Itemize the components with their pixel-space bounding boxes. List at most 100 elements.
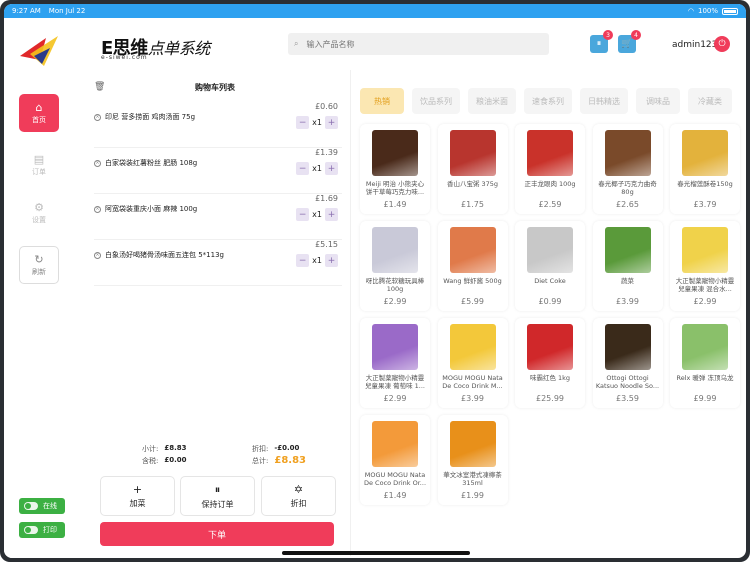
decrease-button[interactable]: − <box>296 162 310 175</box>
sidebar-item-label: 刷新 <box>32 267 46 276</box>
sidebar-item-orders[interactable]: ▤ 订单 <box>19 146 59 184</box>
total-value: £8.83 <box>274 455 306 466</box>
product-card[interactable]: 春光榴莲酥卷150g £3.79 <box>670 124 740 214</box>
product-image <box>527 227 573 273</box>
product-image <box>682 130 728 176</box>
product-card[interactable]: Ottogi Ottogi Katsuo Noodle So... £3.59 <box>592 318 663 408</box>
product-card[interactable]: Diet Coke £0.99 <box>515 221 585 311</box>
product-card[interactable]: 味霸红色 1kg £25.99 <box>515 318 585 408</box>
increase-button[interactable]: + <box>325 162 338 175</box>
add-dish-button[interactable]: + 加菜 <box>100 476 175 516</box>
remove-item-icon[interactable]: × <box>94 205 101 213</box>
product-card[interactable]: 呀比腾花软糖玩具棒 100g £2.99 <box>360 221 430 311</box>
status-date: Mon Jul 22 <box>48 7 86 15</box>
product-card[interactable]: 香山八宝粥 375g £1.75 <box>437 124 508 214</box>
quantity-stepper: − x1 + <box>296 162 338 175</box>
sidebar-item-settings[interactable]: ⚙ 设置 <box>19 194 59 232</box>
tab-drinks[interactable]: 饮品系列 <box>412 88 460 114</box>
product-name: 春光椰子巧克力曲奇 80g <box>598 180 657 196</box>
product-price: £1.49 <box>383 491 407 500</box>
cart-item-price: £1.39 <box>315 148 338 157</box>
product-card[interactable]: MOGU MOGU Nata De Coco Drink M... £3.99 <box>437 318 508 408</box>
cart-title: 购物车列表 <box>195 83 235 92</box>
print-toggle[interactable]: 打印 <box>19 522 65 538</box>
product-price: £2.65 <box>616 200 639 209</box>
quantity-value: x1 <box>312 118 322 127</box>
increase-button[interactable]: + <box>325 116 338 129</box>
tab-seasoning[interactable]: 调味品 <box>636 88 680 114</box>
product-price: £2.59 <box>538 200 562 209</box>
logout-button[interactable]: ⏻ <box>714 36 730 52</box>
product-price: £1.49 <box>383 200 407 209</box>
sidebar: ⌂ 首页 ▤ 订单 ⚙ 设置 ↻ 刷新 在线 打印 <box>4 18 74 558</box>
device-frame: 9:27 AM Mon Jul 22 ◠ 100% E思维点单系统 e-siwe… <box>0 0 750 562</box>
cart-button[interactable]: 🛒 4 <box>618 30 641 53</box>
battery-percent: 100% <box>697 7 718 15</box>
app-logo <box>20 36 58 66</box>
remove-item-icon[interactable]: × <box>94 113 101 121</box>
tab-chilled[interactable]: 冷藏类 <box>688 88 732 114</box>
search-icon: ⌕ <box>294 39 299 48</box>
quantity-stepper: − x1 + <box>296 116 338 129</box>
product-card[interactable]: 正丰龙眼肉 100g £2.59 <box>515 124 585 214</box>
product-image <box>527 130 573 176</box>
pause-icon: ⏸ <box>214 482 221 496</box>
tab-hot[interactable]: 热销 <box>360 88 404 114</box>
discount-value: -£0.00 <box>274 444 300 452</box>
remove-item-icon[interactable]: × <box>94 251 101 259</box>
online-toggle[interactable]: 在线 <box>19 498 65 514</box>
remove-item-icon[interactable]: × <box>94 159 101 167</box>
status-time: 9:27 AM <box>12 7 41 15</box>
held-orders-button[interactable]: ⏸ 3 <box>590 30 613 53</box>
tab-japan-korea[interactable]: 日韩精选 <box>580 88 628 114</box>
product-card[interactable]: MOGU MOGU Nata De Coco Drink Or... £1.49 <box>360 415 430 505</box>
product-card[interactable]: 大正製薬寵物小精靈兒童果凍 葡萄味 1... £2.99 <box>360 318 430 408</box>
decrease-button[interactable]: − <box>296 116 310 129</box>
product-card[interactable]: Wang 鲜虾酱 500g £5.99 <box>437 221 508 311</box>
decrease-button[interactable]: − <box>296 208 310 221</box>
product-card[interactable]: 春光椰子巧克力曲奇 80g £2.65 <box>592 124 663 214</box>
sidebar-item-refresh[interactable]: ↻ 刷新 <box>19 246 59 284</box>
search-bar[interactable]: ⌕ <box>288 33 549 55</box>
toggle-switch <box>24 502 38 510</box>
cart-item: £1.69 × 阿宽袋装重庆小面 麻辣 100g − x1 + <box>94 194 342 240</box>
quantity-value: x1 <box>312 164 322 173</box>
product-card[interactable]: Meiji 明治 小熊夹心饼干草莓巧克力味... £1.49 <box>360 124 430 214</box>
product-image <box>449 324 496 370</box>
tab-grains[interactable]: 粮油米面 <box>468 88 516 114</box>
tab-instant[interactable]: 速食系列 <box>524 88 572 114</box>
product-image <box>449 130 496 176</box>
decrease-button[interactable]: − <box>296 254 310 267</box>
increase-button[interactable]: + <box>325 254 338 267</box>
place-order-button[interactable]: 下单 <box>100 522 334 546</box>
product-image <box>372 421 418 467</box>
sidebar-item-home[interactable]: ⌂ 首页 <box>19 94 59 132</box>
category-tabs: 热销 饮品系列 粮油米面 速食系列 日韩精选 调味品 冷藏类 <box>360 88 746 114</box>
product-price: £25.99 <box>536 394 564 403</box>
product-image <box>372 324 418 370</box>
quantity-stepper: − x1 + <box>296 254 338 267</box>
product-card[interactable]: 大正製薬寵物小精靈兒童果凍 混合水... £2.99 <box>670 221 740 311</box>
product-card[interactable]: 蔬菜 £3.99 <box>592 221 663 311</box>
brand-logo: E思维点单系统 e-siwei.com <box>101 34 210 64</box>
product-name: 香山八宝粥 375g <box>446 180 499 188</box>
sidebar-item-label: 设置 <box>32 215 46 224</box>
discount-button[interactable]: ✡ 折扣 <box>261 476 336 516</box>
brand-domain: e-siwei.com <box>101 54 148 61</box>
product-name: Wang 鲜虾酱 500g <box>443 277 502 285</box>
discount-icon: ✡ <box>293 483 304 496</box>
product-image <box>527 324 573 370</box>
increase-button[interactable]: + <box>325 208 338 221</box>
product-image <box>604 130 651 176</box>
status-bar: 9:27 AM Mon Jul 22 ◠ 100% <box>4 4 746 18</box>
product-card[interactable]: 華文冰室港式凍檸茶 315ml £1.99 <box>437 415 508 505</box>
cart-item-price: £0.60 <box>315 102 338 111</box>
battery-icon <box>722 7 738 15</box>
hold-order-button[interactable]: ⏸ 保持订单 <box>180 476 255 516</box>
product-name: MOGU MOGU Nata De Coco Drink Or... <box>363 471 427 487</box>
product-price: £9.99 <box>693 394 717 403</box>
wifi-icon: ◠ <box>687 7 694 15</box>
search-input[interactable] <box>306 39 507 49</box>
product-card[interactable]: Relx 暖弹 冻顶乌龙 £9.99 <box>670 318 740 408</box>
product-name: 正丰龙眼肉 100g <box>524 180 576 188</box>
